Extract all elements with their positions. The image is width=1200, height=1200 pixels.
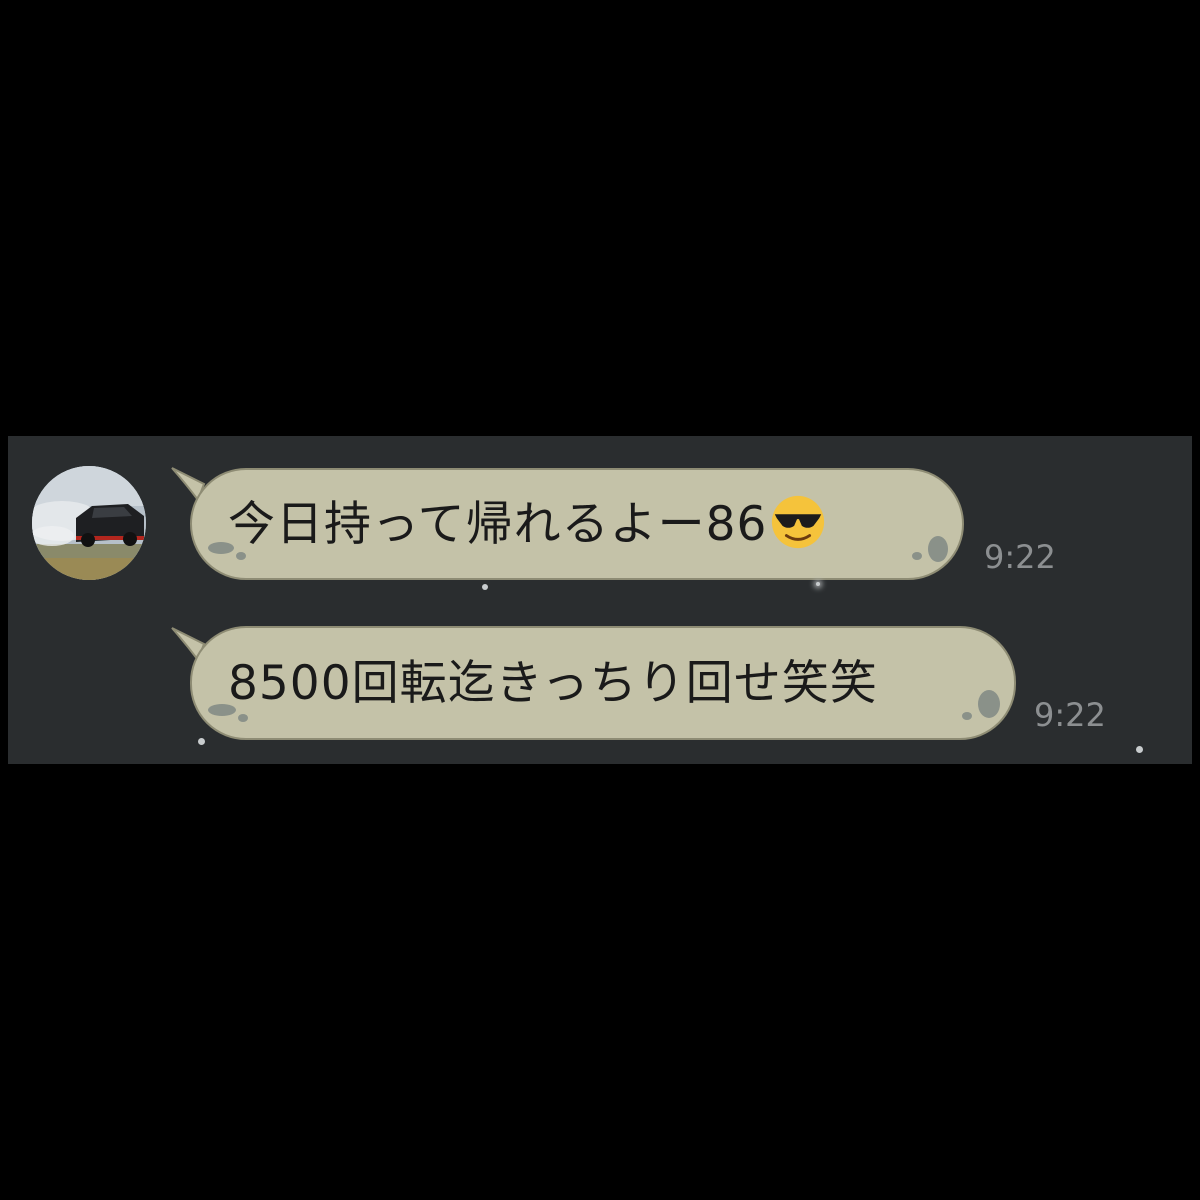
message-text: 今日持って帰れるよー86: [228, 496, 768, 552]
bubble-decoration: [928, 536, 948, 562]
bubble-decoration: [236, 552, 246, 560]
bubble-decoration: [912, 552, 922, 560]
sparkle-dot: [198, 738, 205, 745]
message-bubble[interactable]: 8500回転迄きっちり回せ笑笑: [190, 626, 1016, 740]
sparkle-dot: [482, 584, 488, 590]
sparkle-dot: [816, 582, 820, 586]
bubble-decoration: [962, 712, 972, 720]
message-timestamp: 9:22: [984, 538, 1056, 576]
drift-car-photo-icon: [32, 466, 146, 580]
bubble-decoration: [978, 690, 1000, 718]
chat-strip: 今日持って帰れるよー86 9:22 8500回転迄きっちり回せ笑笑 9:22: [8, 436, 1192, 764]
avatar[interactable]: [32, 466, 146, 580]
message-text: 8500回転迄きっちり回せ笑笑: [228, 655, 878, 711]
message-timestamp: 9:22: [1034, 696, 1106, 734]
message-bubble[interactable]: 今日持って帰れるよー86: [190, 468, 964, 580]
sparkle-dot: [1136, 746, 1143, 753]
sunglasses-face-icon: [772, 495, 825, 549]
bubble-decoration: [238, 714, 248, 722]
